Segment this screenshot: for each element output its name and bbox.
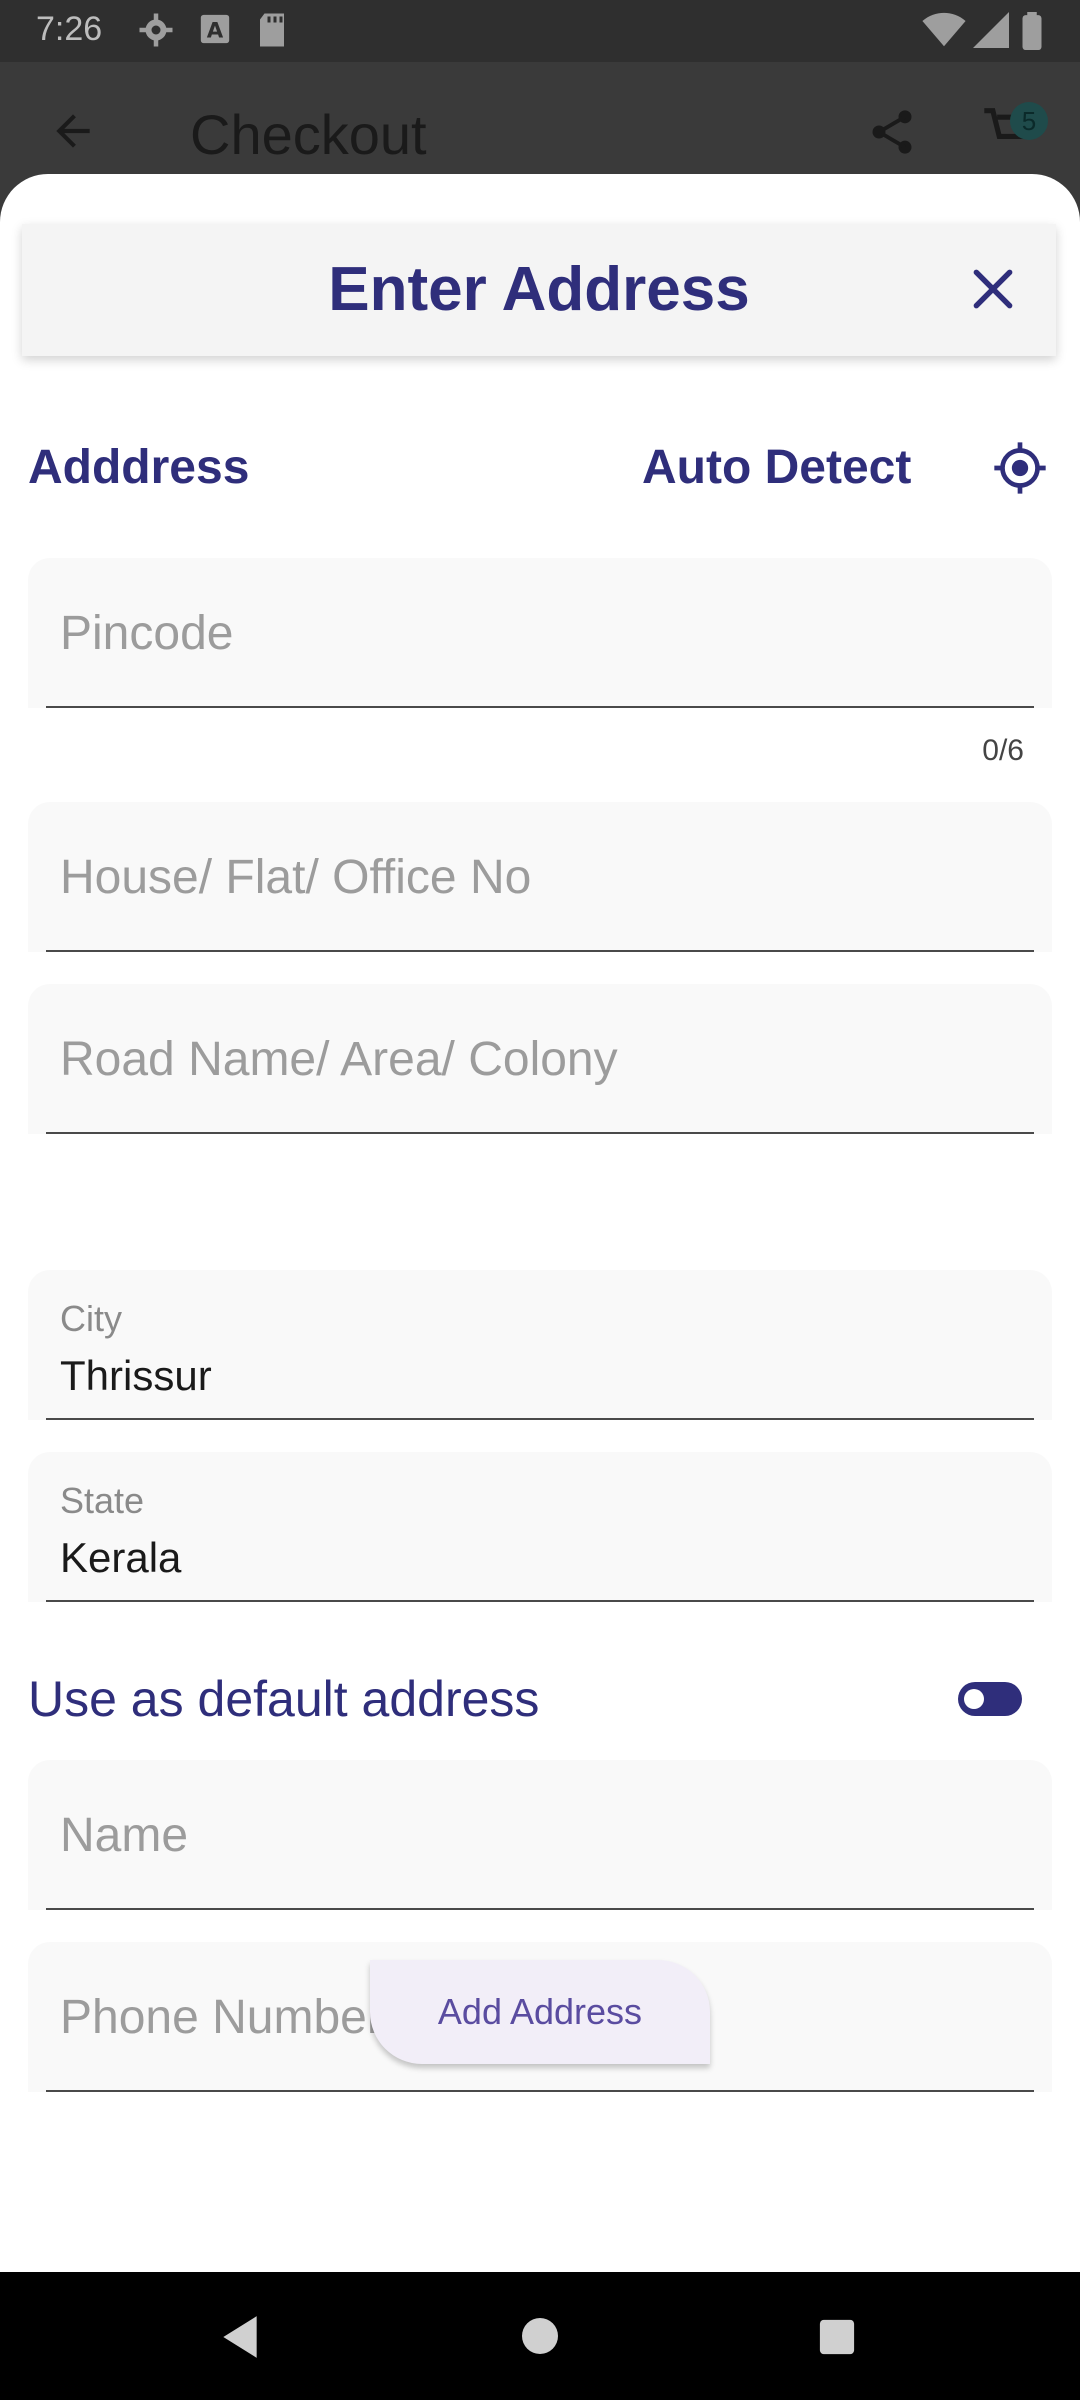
back-arrow-icon[interactable] (48, 106, 98, 161)
nav-home-icon[interactable] (520, 2316, 560, 2361)
name-field[interactable]: Name (28, 1760, 1052, 1910)
battery-icon (1022, 12, 1042, 55)
status-bar: 7:26 A (0, 0, 1080, 62)
auto-detect-label: Auto Detect (642, 441, 912, 494)
gear-icon (138, 12, 174, 53)
default-address-toggle[interactable] (958, 1682, 1022, 1716)
city-label: City (60, 1298, 122, 1339)
pincode-counter: 0/6 (982, 734, 1024, 767)
my-location-icon (992, 440, 1048, 501)
default-address-row: Use as default address (28, 1660, 1038, 1740)
city-value: Thrissur (60, 1352, 212, 1399)
app-bar-title: Checkout (190, 103, 427, 166)
city-field[interactable]: City Thrissur (28, 1270, 1052, 1420)
state-field[interactable]: State Kerala (28, 1452, 1052, 1602)
road-field[interactable]: Road Name/ Area/ Colony (28, 984, 1052, 1134)
address-bottom-sheet: Enter Address Adddress Auto Detect Pinco… (0, 174, 1080, 2272)
nav-back-icon[interactable] (218, 2312, 262, 2367)
name-placeholder: Name (60, 1809, 189, 1862)
section-title: Adddress (28, 441, 250, 494)
screen: 7:26 A Checkout 5 Enter Address Adddress… (0, 0, 1080, 2400)
house-field[interactable]: House/ Flat/ Office No (28, 802, 1052, 952)
close-icon[interactable] (968, 264, 1018, 319)
svg-text:A: A (207, 19, 224, 44)
sheet-title: Enter Address (328, 255, 750, 324)
cart-badge: 5 (1010, 102, 1048, 140)
pincode-placeholder: Pincode (60, 607, 234, 660)
auto-detect-button[interactable]: Auto Detect (642, 434, 1046, 504)
pincode-field[interactable]: Pincode (28, 558, 1052, 708)
status-time: 7:26 (36, 10, 103, 48)
state-label: State (60, 1480, 145, 1521)
navigation-bar (0, 2272, 1080, 2400)
default-address-label: Use as default address (28, 1671, 540, 1727)
nav-recent-apps-icon[interactable] (818, 2318, 856, 2361)
share-icon[interactable] (866, 106, 918, 163)
wifi-icon (922, 12, 966, 53)
sheet-header: Enter Address (22, 224, 1056, 356)
house-placeholder: House/ Flat/ Office No (60, 851, 532, 904)
signal-icon (972, 12, 1010, 53)
sd-card-icon (256, 12, 288, 53)
toggle-knob (964, 1689, 984, 1709)
address-section-row: Adddress Auto Detect (28, 434, 1046, 504)
state-value: Kerala (60, 1534, 182, 1581)
road-placeholder: Road Name/ Area/ Colony (60, 1033, 618, 1086)
add-address-button[interactable]: Add Address (370, 1960, 710, 2064)
text-a-icon: A (198, 12, 232, 51)
phone-placeholder: Phone Number (60, 1991, 383, 2044)
